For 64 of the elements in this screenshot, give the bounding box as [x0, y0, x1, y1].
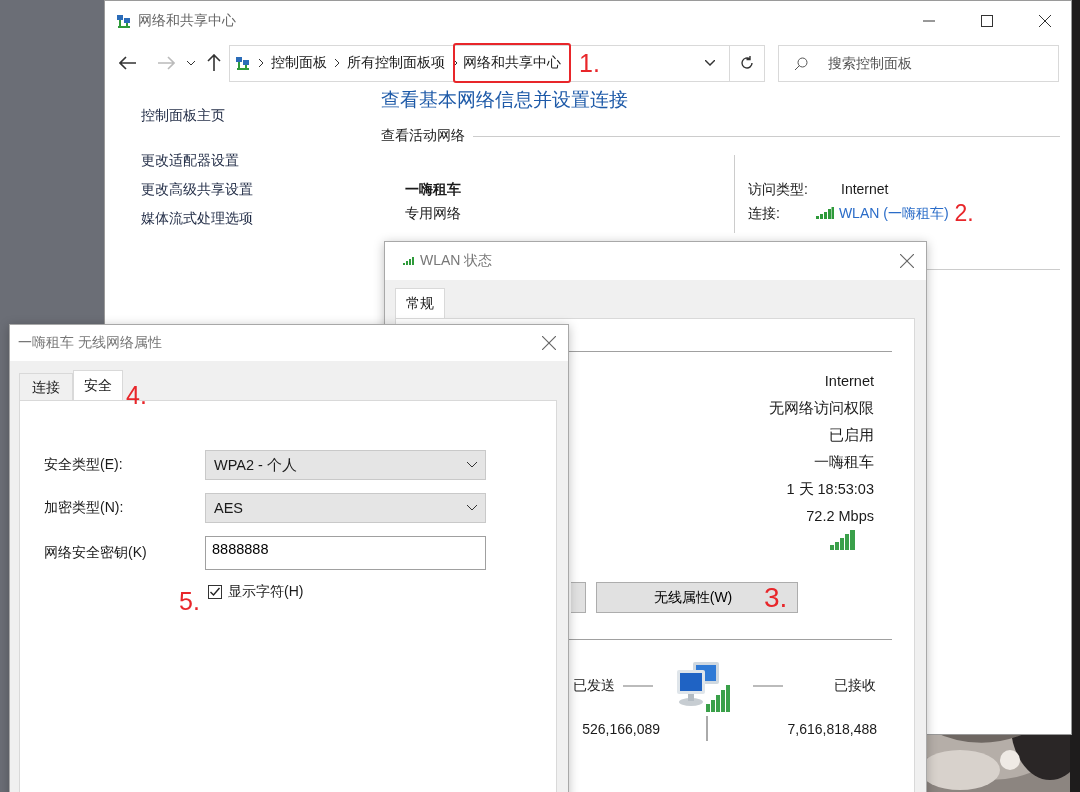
window-title: 网络和共享中心 — [138, 12, 236, 30]
section-title: 查看活动网络 — [381, 127, 465, 145]
status-value: 一嗨租车 — [814, 453, 874, 472]
dialog-title: 一嗨租车 无线网络属性 — [18, 334, 162, 352]
status-value: 无网络访问权限 — [769, 399, 874, 418]
sidebar-link[interactable]: 更改适配器设置 — [141, 146, 381, 175]
up-arrow-icon[interactable] — [207, 54, 221, 72]
status-value: 已启用 — [829, 426, 874, 445]
network-name: 一嗨租车 — [405, 180, 462, 199]
chevron-icon — [335, 59, 340, 67]
breadcrumb-item[interactable]: 所有控制面板项 — [347, 54, 445, 72]
bytes-sent: 526,166,089 — [581, 720, 660, 737]
sidebar-link[interactable]: 控制面板主页 — [141, 101, 381, 130]
annotation-number: 3. — [764, 584, 788, 612]
field-label: 网络安全密钥(K) — [44, 544, 148, 562]
signal-icon — [830, 530, 856, 550]
checkbox[interactable] — [208, 585, 222, 599]
close-icon[interactable] — [1039, 15, 1051, 27]
signal-icon — [403, 257, 415, 265]
bytes-received: 7,616,818,488 — [786, 720, 877, 737]
annotation-number: 5. — [179, 589, 200, 614]
status-value: 72.2 Mbps — [806, 507, 874, 526]
maximize-icon[interactable] — [981, 15, 993, 27]
chevron-icon — [259, 59, 264, 67]
password-field[interactable]: 8888888 — [205, 536, 486, 570]
field-label: 安全类型(E): — [44, 456, 124, 474]
breadcrumb-item[interactable]: 控制面板 — [271, 54, 327, 72]
annotation-number: 1. — [579, 50, 600, 76]
field-label: 连接: — [748, 204, 780, 223]
page-heading: 查看基本网络信息并设置连接 — [381, 88, 629, 112]
signal-icon — [815, 207, 834, 219]
access-type-value: Internet — [841, 180, 889, 199]
breadcrumb-item[interactable]: 网络和共享中心 — [453, 43, 571, 83]
sidebar-link[interactable]: 媒体流式处理选项 — [141, 204, 381, 233]
status-value: Internet — [824, 372, 874, 391]
sent-label: 已发送 — [572, 677, 615, 695]
caret-icon[interactable] — [705, 60, 715, 66]
annotation-number: 2. — [954, 201, 974, 225]
search-icon — [794, 56, 808, 71]
tab[interactable]: 常规 — [395, 288, 445, 318]
connection-link[interactable]: WLAN (一嗨租车) — [838, 201, 949, 225]
dialog-title: WLAN 状态 — [420, 252, 493, 270]
caret-icon — [467, 505, 477, 511]
address-bar[interactable]: 控制面板 所有控制面板项 网络和共享中心 1. — [229, 44, 765, 82]
dropdown[interactable]: WPA2 - 个人 — [205, 450, 486, 480]
network-icon — [235, 55, 251, 71]
tab[interactable]: 安全 — [73, 370, 123, 400]
chevron-icon — [453, 59, 458, 67]
tab[interactable]: 连接 — [19, 373, 73, 400]
search-field[interactable]: 搜索控制面板 — [778, 44, 1059, 82]
back-arrow-icon[interactable] — [119, 56, 137, 70]
caret-icon[interactable] — [187, 60, 195, 66]
dropdown[interactable]: AES — [205, 493, 486, 523]
field-label: 访问类型: — [748, 180, 809, 199]
network-category: 专用网络 — [405, 204, 462, 223]
checkbox-label[interactable]: 显示字符(H) — [228, 583, 304, 601]
refresh-icon — [740, 56, 754, 70]
annotation-number: 4. — [126, 383, 147, 408]
received-label: 已接收 — [833, 677, 876, 695]
network-icon — [116, 13, 132, 29]
sidebar-link[interactable]: 更改高级共享设置 — [141, 175, 381, 204]
caret-icon — [467, 462, 477, 468]
status-value: 1 天 18:53:03 — [786, 480, 874, 499]
field-label: 加密类型(N): — [44, 499, 125, 517]
